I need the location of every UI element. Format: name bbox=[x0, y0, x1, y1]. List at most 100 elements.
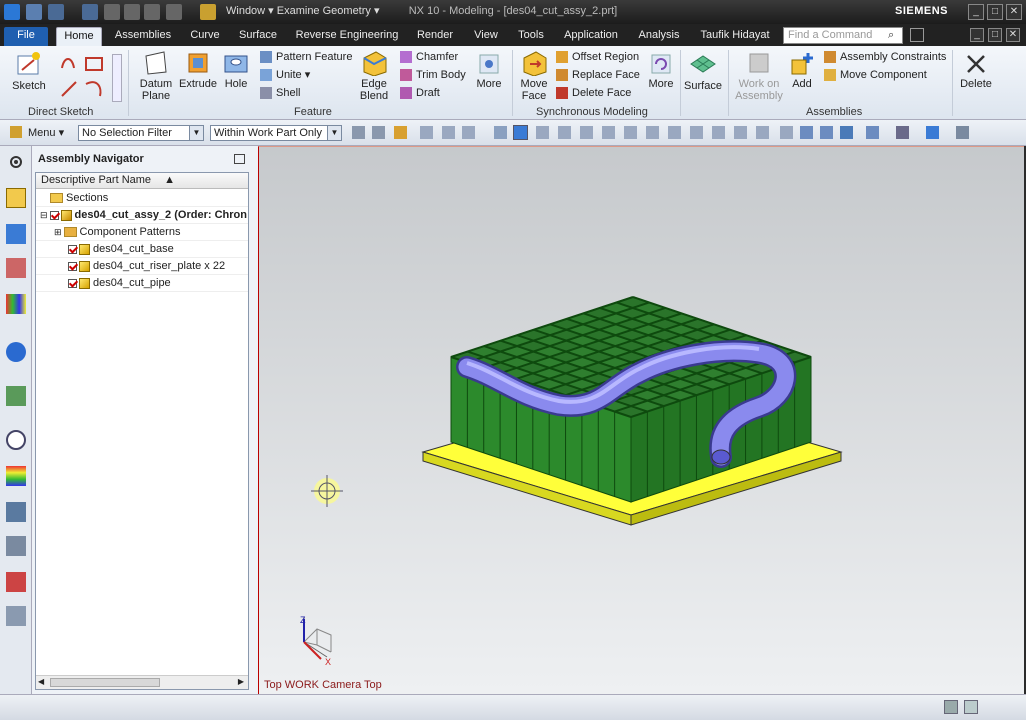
offset-region-button[interactable]: Offset Region bbox=[556, 50, 639, 66]
snap-midpoint-icon[interactable] bbox=[558, 126, 571, 139]
select-all-icon[interactable] bbox=[352, 126, 365, 139]
snap-center-icon[interactable] bbox=[624, 126, 637, 139]
tab-assemblies[interactable]: Assemblies bbox=[108, 27, 178, 46]
selection-filter-dropdown[interactable]: No Selection Filter ▼ bbox=[78, 125, 204, 141]
doc-close-button[interactable]: ✕ bbox=[1006, 28, 1020, 42]
chamfer-button[interactable]: Chamfer bbox=[400, 50, 458, 66]
snap-settings-icon[interactable] bbox=[394, 126, 407, 139]
status-icon-2[interactable] bbox=[964, 700, 978, 714]
web-browser-icon[interactable] bbox=[6, 386, 26, 406]
system-scenes-icon[interactable] bbox=[6, 572, 26, 592]
render-style-icon[interactable] bbox=[896, 126, 909, 139]
delete-button[interactable]: Delete bbox=[956, 52, 996, 90]
edit-section-icon[interactable] bbox=[956, 126, 969, 139]
checkbox-icon[interactable] bbox=[68, 261, 77, 271]
trim-body-button[interactable]: Trim Body bbox=[400, 68, 466, 84]
hole-button[interactable]: Hole bbox=[220, 50, 252, 90]
checkbox-icon[interactable] bbox=[68, 244, 77, 254]
tree-row-part[interactable]: des04_cut_base bbox=[36, 241, 248, 258]
view-fit-icon[interactable] bbox=[494, 126, 507, 139]
tab-home[interactable]: Home bbox=[56, 27, 102, 46]
shell-button[interactable]: Shell bbox=[260, 86, 300, 102]
gear-icon[interactable] bbox=[6, 152, 26, 172]
tab-reverse-engineering[interactable]: Reverse Engineering bbox=[290, 27, 404, 46]
snap-on-curve-icon[interactable] bbox=[734, 126, 747, 139]
constraint-navigator-icon[interactable] bbox=[6, 224, 26, 244]
move-face-button[interactable]: Move Face bbox=[516, 50, 552, 102]
pattern-feature-button[interactable]: Pattern Feature bbox=[260, 50, 352, 66]
orient-view-icon[interactable] bbox=[866, 126, 879, 139]
ribbon-options-icon[interactable] bbox=[910, 28, 924, 42]
column-header[interactable]: Descriptive Part Name ▲ bbox=[36, 173, 248, 189]
snap-intersection-icon[interactable] bbox=[602, 126, 615, 139]
tree-row-part[interactable]: des04_cut_pipe bbox=[36, 275, 248, 292]
hd3d-tools-icon[interactable] bbox=[6, 342, 26, 362]
deselect-icon[interactable] bbox=[372, 126, 385, 139]
doc-minimize-button[interactable]: _ bbox=[970, 28, 984, 42]
tab-application[interactable]: Application bbox=[558, 27, 624, 46]
snap-on-face-icon[interactable] bbox=[756, 126, 769, 139]
snap-control-icon[interactable] bbox=[580, 126, 593, 139]
unite-button[interactable]: Unite ▾ bbox=[260, 68, 310, 84]
selection-intent-icon[interactable] bbox=[420, 126, 433, 139]
snap-existing-icon[interactable] bbox=[780, 126, 793, 139]
tab-surface[interactable]: Surface bbox=[234, 27, 282, 46]
checkbox-icon[interactable] bbox=[68, 278, 77, 288]
training-icon[interactable] bbox=[6, 606, 26, 626]
menu-button[interactable]: Menu ▾ bbox=[28, 126, 64, 139]
doc-restore-button[interactable]: □ bbox=[988, 28, 1002, 42]
rotate-icon[interactable] bbox=[840, 126, 853, 139]
draft-button[interactable]: Draft bbox=[400, 86, 440, 102]
reuse-library-icon[interactable] bbox=[6, 294, 26, 314]
delete-face-button[interactable]: Delete Face bbox=[556, 86, 631, 102]
tab-file[interactable]: File bbox=[4, 27, 48, 46]
feature-more-button[interactable]: More bbox=[474, 52, 504, 90]
edge-blend-button[interactable]: Edge Blend bbox=[354, 50, 394, 102]
tab-analysis[interactable]: Analysis bbox=[632, 27, 686, 46]
snap-endpoint-icon[interactable] bbox=[536, 126, 549, 139]
tab-curve[interactable]: Curve bbox=[184, 27, 226, 46]
snap-point-icon[interactable] bbox=[690, 126, 703, 139]
tree-row-assembly-root[interactable]: ⊟ des04_cut_assy_2 (Order: Chron bbox=[36, 207, 248, 224]
system-materials-icon[interactable] bbox=[6, 466, 26, 486]
close-button[interactable]: ✕ bbox=[1006, 4, 1022, 20]
zoom-icon[interactable] bbox=[820, 126, 833, 139]
work-on-assembly-button[interactable]: Work on Assembly bbox=[734, 50, 784, 102]
tree-row-part[interactable]: des04_cut_riser_plate x 22 bbox=[36, 258, 248, 275]
scope-dropdown[interactable]: Within Work Part Only ▼ bbox=[210, 125, 342, 141]
expand-icon[interactable]: ⊞ bbox=[54, 227, 62, 237]
scroll-thumb[interactable] bbox=[50, 678, 160, 687]
status-icon-1[interactable] bbox=[944, 700, 958, 714]
curve-gallery-scroll[interactable] bbox=[112, 54, 122, 102]
checkbox-icon[interactable] bbox=[49, 210, 59, 220]
maximize-button[interactable]: □ bbox=[987, 4, 1003, 20]
minimize-button[interactable]: _ bbox=[968, 4, 984, 20]
tree-row-component-patterns[interactable]: ⊞ Component Patterns bbox=[36, 224, 248, 241]
tab-view[interactable]: View bbox=[466, 27, 506, 46]
tree-row-sections[interactable]: Sections bbox=[36, 190, 248, 207]
move-component-button[interactable]: Move Component bbox=[824, 68, 927, 84]
find-command-input[interactable]: Find a Command bbox=[783, 27, 903, 44]
part-navigator-icon[interactable] bbox=[6, 258, 26, 278]
scroll-right-icon[interactable]: ▶ bbox=[238, 677, 244, 686]
add-component-button[interactable]: Add bbox=[788, 50, 816, 90]
datum-plane-button[interactable]: Datum Plane bbox=[134, 50, 178, 102]
extrude-button[interactable]: Extrude bbox=[178, 50, 218, 90]
collapse-icon[interactable]: ⊟ bbox=[40, 210, 48, 220]
sync-more-button[interactable]: More bbox=[646, 52, 676, 90]
rectangle-select-icon[interactable] bbox=[442, 126, 455, 139]
curve-tools-icons[interactable] bbox=[58, 54, 108, 100]
snap-tangent-icon[interactable] bbox=[712, 126, 725, 139]
tab-render[interactable]: Render bbox=[412, 27, 458, 46]
lasso-select-icon[interactable] bbox=[462, 126, 475, 139]
maximize-panel-icon[interactable] bbox=[234, 154, 245, 164]
tab-user[interactable]: Taufik Hidayat bbox=[692, 27, 778, 46]
assembly-constraints-button[interactable]: Assembly Constraints bbox=[824, 50, 946, 66]
surface-button[interactable]: Surface bbox=[684, 52, 722, 92]
display-mode-icon[interactable] bbox=[926, 126, 939, 139]
shaded-view-icon[interactable] bbox=[513, 125, 528, 140]
history-icon[interactable] bbox=[6, 430, 26, 450]
snap-arc-center-icon[interactable] bbox=[668, 126, 681, 139]
fit-view-icon[interactable] bbox=[800, 126, 813, 139]
search-icon[interactable]: ⌕ bbox=[888, 29, 894, 42]
